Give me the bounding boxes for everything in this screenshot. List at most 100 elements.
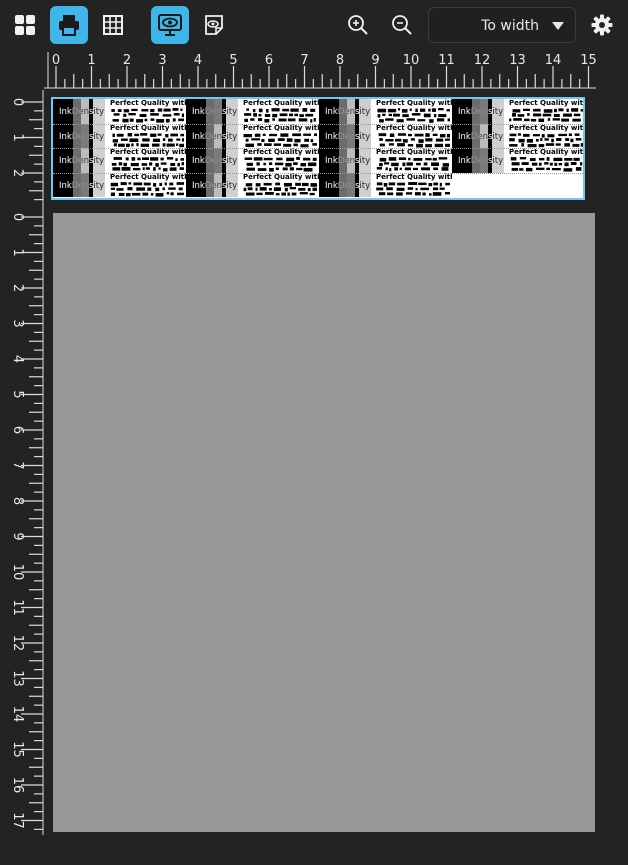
label-cell[interactable]: InkDensity Perfect Quality with	[319, 172, 452, 197]
label-text-block: Perfect Quality with	[507, 123, 585, 148]
text-noise-pattern	[376, 157, 449, 172]
label-text-line: Perfect Quality with	[243, 123, 319, 132]
label-text-block: Perfect Quality with	[108, 148, 186, 172]
ink-density-label: InkDensity	[325, 156, 371, 166]
horizontal-ruler: 0 1 2 3 4 5 6 7 8 9 10 11 12 13 14 15	[44, 52, 596, 89]
label-cell[interactable]: InkDensity Perfect Quality with	[53, 99, 186, 124]
toolbar: To width	[0, 0, 628, 50]
label-cell[interactable]: InkDensity Perfect Quality with	[319, 99, 452, 124]
text-noise-pattern	[376, 181, 450, 196]
label-cell[interactable]: InkDensity Perfect Quality with	[53, 172, 186, 197]
label-sheet-preview[interactable]: InkDensity Perfect Quality with InkDensity…	[51, 97, 585, 200]
ruler-label: 4	[194, 53, 202, 68]
ruler-label: 8	[336, 53, 344, 68]
ruler-label: 3	[158, 53, 166, 68]
ruler-label: 2	[123, 53, 131, 68]
label-cell[interactable]: InkDensity Perfect Quality with	[319, 123, 452, 148]
label-text-block: Perfect Quality with	[108, 173, 186, 197]
label-cell[interactable]: InkDensity Perfect Quality with	[186, 172, 319, 197]
label-text-block: Perfect Quality with	[374, 148, 452, 172]
preview-toggle-button[interactable]	[151, 6, 189, 44]
page-canvas[interactable]	[53, 213, 595, 832]
settings-button[interactable]	[583, 6, 621, 44]
label-cell[interactable]: InkDensity Perfect Quality with	[186, 148, 319, 173]
label-text-line: Perfect Quality with	[509, 99, 585, 107]
label-text-line: Perfect Quality with	[243, 148, 319, 156]
label-cell[interactable]: InkDensity Perfect Quality with	[53, 148, 186, 173]
ruler-label: 0	[52, 53, 60, 68]
text-noise-pattern	[112, 132, 184, 147]
label-cell[interactable]: InkDensity Perfect Quality with	[186, 123, 319, 148]
row-divider	[53, 123, 583, 125]
label-text-line: Perfect Quality with	[110, 123, 186, 132]
chevron-down-icon	[552, 22, 564, 30]
zoom-out-button[interactable]	[383, 6, 421, 44]
vertical-ruler: 01201234567891011121314151617	[10, 90, 44, 835]
ink-density-label: InkDensity	[59, 107, 105, 117]
label-text-line: Perfect Quality with	[110, 172, 186, 181]
label-cell[interactable]: InkDensity Perfect Quality with	[186, 99, 319, 124]
label-text-block: Perfect Quality with	[374, 173, 452, 197]
print-button[interactable]	[50, 6, 88, 44]
label-text-line: Perfect Quality with	[509, 148, 585, 156]
label-cell[interactable]: InkDensity Perfect Quality with	[452, 99, 585, 124]
label-text-line: Perfect Quality with	[243, 172, 319, 181]
label-cell[interactable]: InkDensity Perfect Quality with	[452, 148, 585, 173]
text-noise-pattern	[509, 132, 583, 147]
ink-density-label: InkDensity	[458, 131, 504, 142]
text-noise-pattern	[510, 157, 583, 172]
ink-density-label: InkDensity	[59, 156, 105, 166]
label-cell[interactable]: InkDensity Perfect Quality with	[319, 148, 452, 173]
label-text-block: Perfect Quality with	[507, 148, 585, 172]
ink-density-label: InkDensity	[325, 131, 371, 142]
ruler-label: 6	[265, 53, 273, 68]
label-text-block: Perfect Quality with	[507, 99, 585, 123]
ruler-label: 15	[580, 53, 596, 68]
text-noise-pattern	[377, 108, 450, 123]
label-cell[interactable]: InkDensity Perfect Quality with	[452, 123, 585, 148]
ruler-label: 7	[300, 53, 308, 68]
ruler-label: 14	[545, 53, 562, 68]
text-noise-pattern	[243, 132, 317, 147]
ruler-label: 10	[403, 53, 420, 68]
label-text-line: Perfect Quality with	[376, 172, 452, 181]
zoom-select[interactable]: To width	[428, 7, 576, 43]
text-noise-pattern	[244, 108, 316, 123]
row-divider	[53, 172, 583, 174]
sticker-eye-icon	[205, 15, 223, 35]
ruler-label: 5	[229, 53, 237, 68]
ink-density-label: InkDensity	[192, 180, 238, 191]
ruler-label: 1	[87, 53, 95, 68]
zoom-in-icon	[348, 15, 368, 35]
monitor-eye-icon	[158, 14, 182, 36]
label-text-block: Perfect Quality with	[108, 124, 186, 148]
zoom-in-button[interactable]	[339, 6, 377, 44]
label-text-line: Perfect Quality with	[243, 99, 319, 107]
label-text-block: Perfect Quality with	[374, 124, 452, 148]
ruler-label: 11	[438, 53, 455, 68]
ink-density-label: InkDensity	[458, 107, 504, 117]
ink-density-label: InkDensity	[192, 131, 238, 142]
zoom-out-icon	[392, 15, 412, 35]
grid-2x2-icon	[15, 15, 35, 35]
label-text-line: Perfect Quality with	[509, 123, 585, 132]
zoom-select-value: To width	[481, 18, 539, 34]
ruler-label: 13	[509, 53, 526, 68]
ink-density-label: InkDensity	[458, 156, 504, 166]
text-noise-pattern	[111, 157, 184, 172]
printer-icon	[59, 15, 79, 36]
row-divider	[53, 148, 583, 149]
ink-density-label: InkDensity	[192, 107, 238, 117]
text-noise-pattern	[243, 182, 317, 196]
label-text-block: Perfect Quality with	[241, 99, 319, 123]
label-text-block: Perfect Quality with	[241, 148, 319, 172]
sticker-view-button[interactable]	[195, 6, 233, 44]
label-text-line: Perfect Quality with	[376, 99, 452, 107]
ink-density-label: InkDensity	[192, 156, 238, 166]
ink-density-label: InkDensity	[59, 131, 105, 142]
label-text-block: Perfect Quality with	[241, 173, 319, 197]
layout-grid-button[interactable]	[6, 6, 44, 44]
label-cell[interactable]: InkDensity Perfect Quality with	[53, 123, 186, 148]
text-noise-pattern	[378, 132, 450, 147]
table-view-button[interactable]	[94, 6, 132, 44]
